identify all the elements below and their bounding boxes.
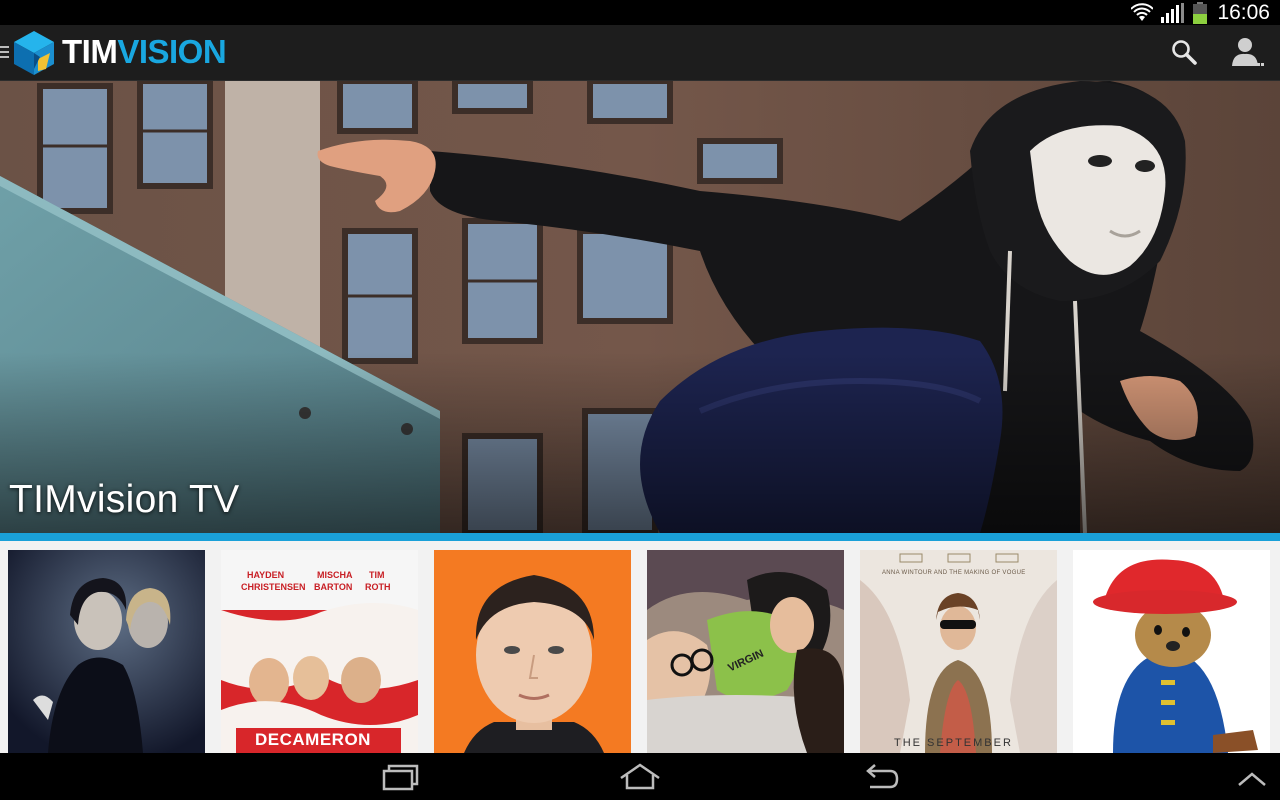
wifi-icon xyxy=(1131,2,1154,21)
poster-2-image xyxy=(221,550,418,753)
brand-tim: TIM xyxy=(62,33,118,70)
poster-5-tagline: ANNA WINTOUR AND THE MAKING OF VOGUE xyxy=(882,570,1026,576)
poster-6-image xyxy=(1073,550,1270,753)
poster-3-image xyxy=(434,550,631,753)
poster-2-actor3-last: ROTH xyxy=(365,582,391,592)
poster-2-actor1-last: CHRISTENSEN xyxy=(241,582,306,592)
navigation-bar xyxy=(0,753,1280,800)
search-icon[interactable] xyxy=(1170,38,1198,66)
status-icons: 16:06 xyxy=(1131,0,1270,25)
poster-2-actor2-last: BARTON xyxy=(314,582,353,592)
poster-2-actor2-first: MISCHA xyxy=(317,570,353,580)
back-icon[interactable] xyxy=(862,761,900,793)
action-bar: TIMVISION xyxy=(0,25,1280,81)
hero-banner[interactable] xyxy=(0,81,1280,533)
status-time: 16:06 xyxy=(1217,1,1270,24)
poster-5[interactable]: ANNA WINTOUR AND THE MAKING OF VOGUE THE… xyxy=(860,550,1057,753)
hero-image xyxy=(0,81,1280,533)
hero-title: TIMvision TV xyxy=(9,478,240,521)
poster-5-title: THE SEPTEMBER xyxy=(894,737,1013,749)
brand-title[interactable]: TIMVISION xyxy=(62,33,227,70)
poster-4[interactable]: VIRGIN xyxy=(647,550,844,753)
poster-2-actor3-first: TIM xyxy=(369,570,385,580)
status-bar: 16:06 xyxy=(0,0,1280,25)
content-carousel[interactable]: HAYDEN CHRISTENSEN MISCHA BARTON TIM ROT… xyxy=(0,541,1280,753)
poster-4-image xyxy=(647,550,844,753)
poster-2-title: DECAMERON xyxy=(255,730,371,749)
poster-1-image xyxy=(8,550,205,753)
poster-6[interactable] xyxy=(1073,550,1270,753)
menu-icon[interactable] xyxy=(0,44,10,60)
timvision-logo-icon[interactable] xyxy=(12,29,56,77)
poster-2[interactable]: HAYDEN CHRISTENSEN MISCHA BARTON TIM ROT… xyxy=(221,550,418,753)
chevron-up-icon[interactable] xyxy=(1236,761,1268,793)
battery-icon xyxy=(1193,1,1208,24)
poster-5-image xyxy=(860,550,1057,753)
recent-apps-icon[interactable] xyxy=(380,761,420,793)
user-icon[interactable] xyxy=(1230,36,1264,68)
poster-2-actor1-first: HAYDEN xyxy=(247,570,285,580)
signal-icon xyxy=(1161,2,1185,23)
brand-vision: VISION xyxy=(117,33,227,70)
hero-accent-line xyxy=(0,533,1280,541)
poster-1[interactable] xyxy=(8,550,205,753)
screen: 16:06 TIMVISION TIMvision TV HAYDEN CHRI… xyxy=(0,0,1280,800)
poster-3[interactable] xyxy=(434,550,631,753)
home-icon[interactable] xyxy=(618,761,662,793)
